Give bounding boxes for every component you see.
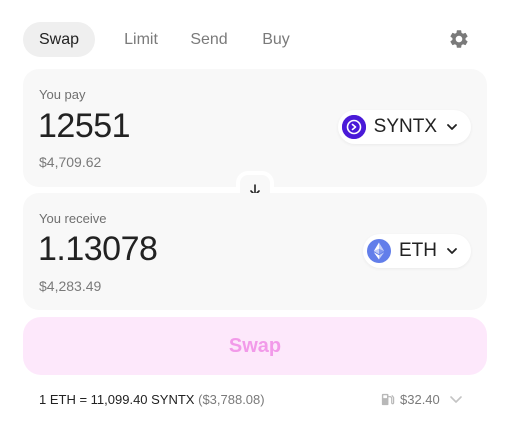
pay-fiat-value: $4,709.62 <box>39 154 102 170</box>
pay-token-symbol: SYNTX <box>373 116 437 137</box>
chevron-down-icon <box>445 244 459 258</box>
pay-token-selector[interactable]: SYNTX <box>337 110 471 144</box>
receive-panel: You receive 1.13078 $4,283.49 ETH <box>23 193 487 310</box>
gas-fee-value: $32.40 <box>400 391 440 407</box>
settings-gear-icon[interactable] <box>447 27 471 51</box>
receive-amount-input[interactable]: 1.13078 <box>38 230 298 269</box>
eth-token-icon <box>367 239 391 263</box>
exchange-rate-usd: ($3,788.08) <box>198 392 265 407</box>
pay-label: You pay <box>39 87 86 102</box>
exchange-rate[interactable]: 1 ETH = 11,099.40 SYNTX ($3,788.08) <box>39 392 265 407</box>
exchange-rate-text: 1 ETH = 11,099.40 SYNTX <box>39 392 195 407</box>
swap-widget: Swap Limit Send Buy You pay 12551 $4,709… <box>0 0 511 432</box>
chevron-down-icon <box>445 120 459 134</box>
tab-limit[interactable]: Limit <box>113 22 169 57</box>
gas-estimate: $32.40 <box>380 390 464 408</box>
pay-amount-input[interactable]: 12551 <box>38 107 298 146</box>
syntx-token-icon <box>341 115 366 139</box>
tab-swap[interactable]: Swap <box>23 22 95 57</box>
pay-panel: You pay 12551 $4,709.62 SYNTX <box>23 69 487 187</box>
receive-label: You receive <box>39 211 107 226</box>
receive-fiat-value: $4,283.49 <box>39 278 102 294</box>
swap-tabs: Swap Limit Send Buy <box>23 22 301 57</box>
swap-button[interactable]: Swap <box>23 317 487 375</box>
receive-token-symbol: ETH <box>399 240 437 261</box>
chevron-down-icon[interactable] <box>448 391 464 407</box>
receive-token-selector[interactable]: ETH <box>363 234 471 268</box>
gas-pump-icon <box>380 392 395 407</box>
tab-send[interactable]: Send <box>181 22 237 57</box>
tab-buy[interactable]: Buy <box>251 22 301 57</box>
